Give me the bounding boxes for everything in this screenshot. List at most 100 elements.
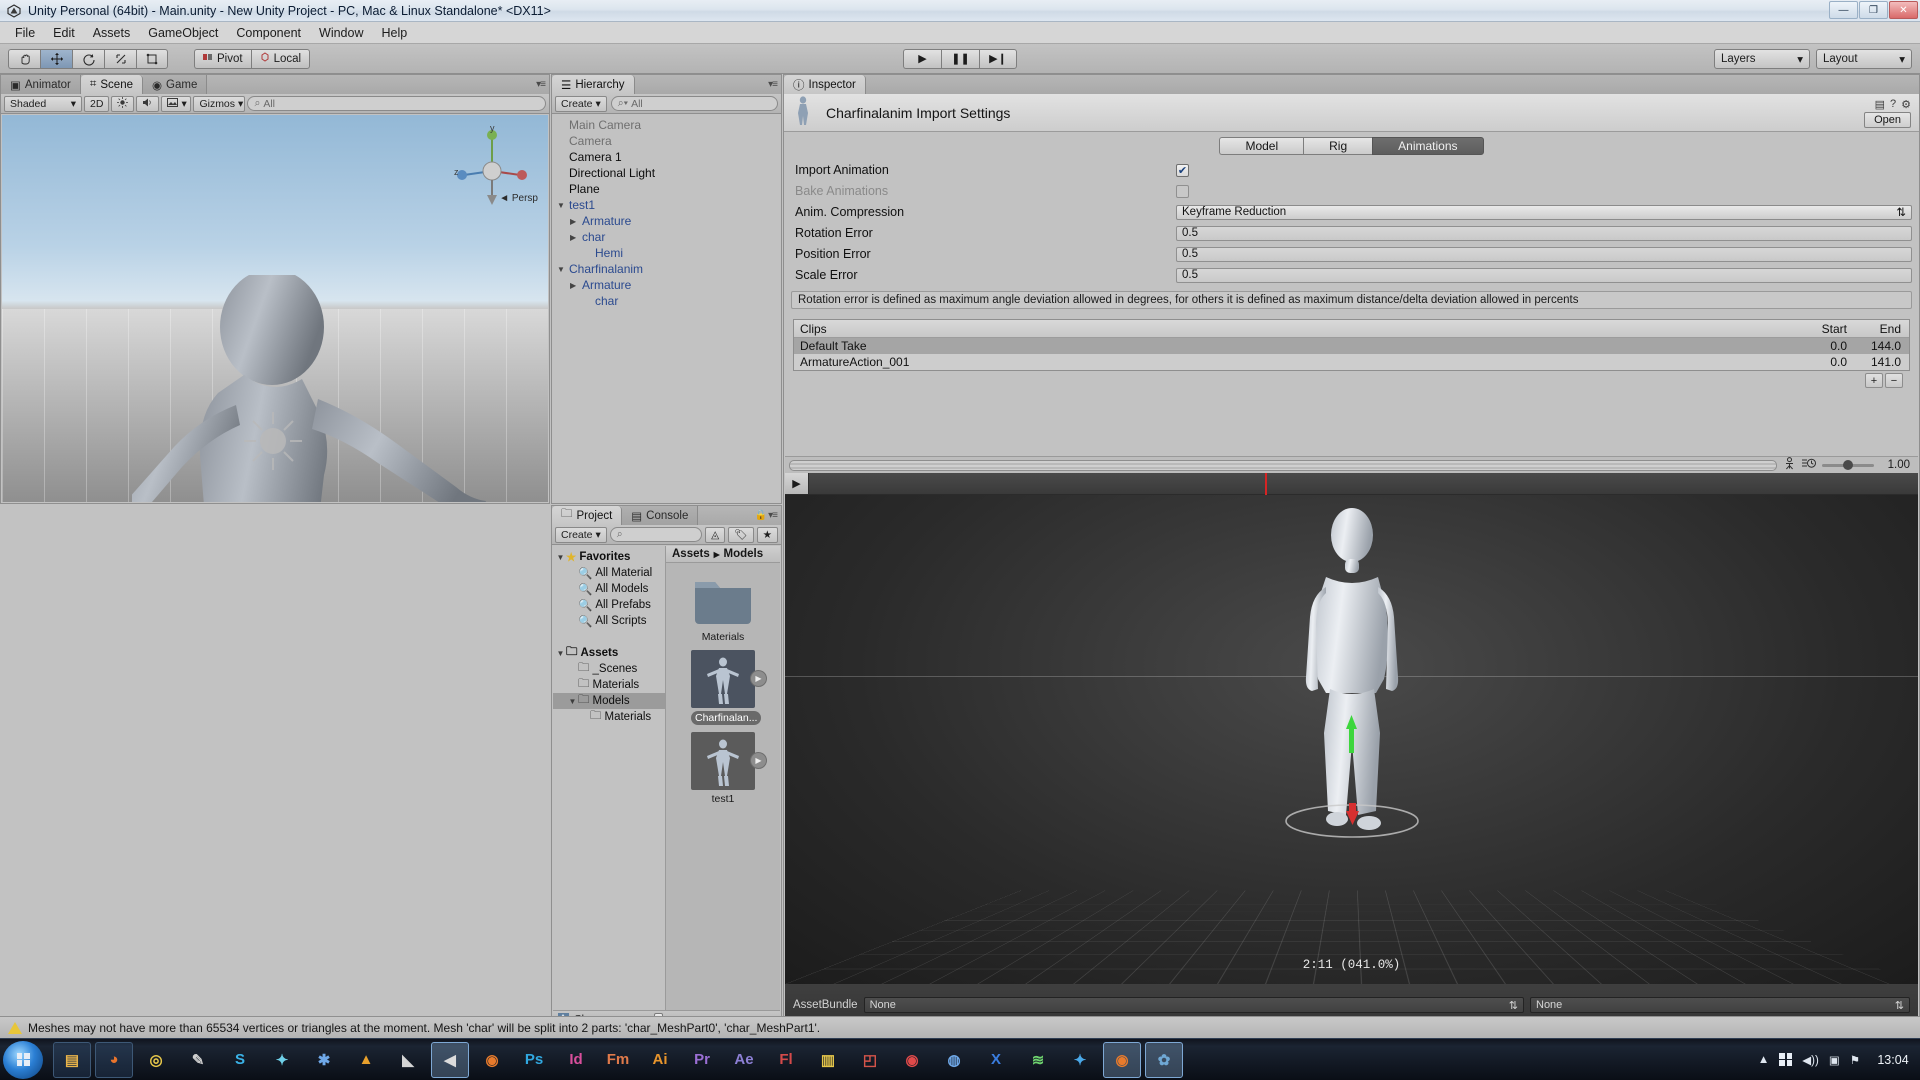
field-checkbox[interactable]: ✔ [1176, 163, 1189, 177]
open-button[interactable]: Open [1864, 112, 1911, 128]
taskbar-photoshop-icon[interactable]: Ps [515, 1042, 553, 1078]
remove-clip-button[interactable]: − [1885, 373, 1903, 388]
help-icon[interactable]: ? [1890, 98, 1896, 111]
menu-item-window[interactable]: Window [310, 24, 372, 42]
field-checkbox[interactable] [1176, 184, 1189, 198]
breadcrumb-item[interactable]: Models [724, 548, 764, 560]
minimize-button[interactable]: — [1829, 1, 1858, 19]
play-button[interactable]: ▶ [903, 48, 941, 69]
lighting-toggle-button[interactable] [111, 95, 135, 112]
hierarchy-search-input[interactable]: ⌕▾ All [610, 96, 778, 111]
timeline-playhead[interactable] [1265, 473, 1267, 495]
menu-item-gameobject[interactable]: GameObject [139, 24, 227, 42]
project-create-button[interactable]: Create ▾ [555, 526, 607, 543]
preview-speed-slider[interactable] [1822, 459, 1874, 470]
hand-tool-button[interactable] [8, 48, 40, 69]
layers-dropdown[interactable]: Layers ▾ [1714, 48, 1810, 69]
taskbar-premiere-icon[interactable]: Pr [683, 1042, 721, 1078]
menu-item-help[interactable]: Help [372, 24, 416, 42]
effects-dropdown[interactable]: ▾ [161, 95, 192, 112]
menu-item-file[interactable]: File [6, 24, 44, 42]
field-input[interactable]: 0.5 [1176, 267, 1912, 283]
hierarchy-item[interactable]: Main Camera [553, 117, 780, 133]
taskbar-feather-icon[interactable]: ✎ [179, 1042, 217, 1078]
rect-tool-button[interactable] [136, 48, 168, 69]
rotate-tool-button[interactable] [72, 48, 104, 69]
taskbar-clock[interactable]: 13:04 [1870, 1053, 1916, 1067]
gizmos-dropdown[interactable]: Gizmos ▾ [193, 95, 246, 112]
taskbar-framemaker-icon[interactable]: Fm [599, 1042, 637, 1078]
disclosure-arrow-icon[interactable]: ▶ [570, 217, 582, 226]
taskbar-firefox-icon[interactable]: ◕ [95, 1041, 133, 1078]
taskbar-sketch-icon[interactable]: ✦ [263, 1042, 301, 1078]
clip-start[interactable]: 0.0 [1785, 339, 1847, 353]
pivot-toggle-button[interactable]: Pivot [194, 48, 251, 69]
tab-animator[interactable]: ▣ Animator [1, 75, 81, 94]
mode-tab-model[interactable]: Model [1219, 137, 1304, 155]
add-clip-button[interactable]: + [1865, 373, 1883, 388]
taskbar-shield-icon[interactable]: ◣ [389, 1042, 427, 1078]
favorite-button[interactable]: ★ [756, 526, 778, 543]
move-tool-button[interactable] [40, 48, 72, 69]
hierarchy-item[interactable]: Camera 1 [553, 149, 780, 165]
hierarchy-item[interactable]: ▶ char [553, 229, 780, 245]
project-tree-item[interactable]: ▼ 🗀 Assets [553, 645, 665, 661]
speed-knob[interactable] [1842, 459, 1853, 470]
project-search-input[interactable]: ⌕ [609, 527, 703, 542]
disclosure-arrow-icon[interactable]: ▼ [557, 201, 569, 210]
hierarchy-list[interactable]: Main Camera Camera Camera 1 Directional Lig… [553, 115, 780, 502]
clip-end[interactable]: 141.0 [1847, 355, 1909, 369]
breadcrumb-item[interactable]: Assets [672, 548, 710, 560]
taskbar-blender-icon[interactable]: ◉ [473, 1042, 511, 1078]
disclosure-arrow-icon[interactable]: ▼ [567, 697, 578, 706]
menu-item-edit[interactable]: Edit [44, 24, 84, 42]
space-toggle-button[interactable]: Local [250, 48, 311, 69]
hierarchy-item[interactable]: Hemi [553, 245, 780, 261]
preview-play-icon[interactable]: ▶ [750, 752, 767, 769]
menu-item-component[interactable]: Component [227, 24, 310, 42]
close-button[interactable]: ✕ [1889, 1, 1918, 19]
taskbar-office-icon[interactable]: ◰ [851, 1042, 889, 1078]
project-tree-item[interactable]: 🔍 All Scripts [553, 613, 665, 629]
taskbar-paint-icon[interactable]: ✿ [1145, 1041, 1183, 1078]
project-tree-item[interactable]: ▼ ★ Favorites [553, 549, 665, 565]
preview-scrollbar[interactable] [789, 459, 1777, 471]
taskbar-chrome-icon[interactable]: ◎ [137, 1042, 175, 1078]
project-tree-item[interactable]: 🔍 All Models [553, 581, 665, 597]
avatar-icon[interactable] [1783, 457, 1796, 473]
preset-icon[interactable]: ▤ [1875, 98, 1885, 111]
preview-settings-icon[interactable] [1802, 457, 1816, 473]
taskbar-explorer-icon[interactable]: ▤ [53, 1041, 91, 1078]
taskbar-indesign-icon[interactable]: Id [557, 1042, 595, 1078]
hierarchy-item[interactable]: ▼ Charfinalanim [553, 261, 780, 277]
tab-inspector[interactable]: ⓘ Inspector [784, 75, 866, 94]
disclosure-arrow-icon[interactable]: ▶ [570, 233, 582, 242]
taskbar-vlc-icon[interactable]: ▲ [347, 1042, 385, 1078]
tab-hierarchy[interactable]: ☰ Hierarchy [552, 75, 635, 94]
scene-canvas[interactable]: y z ◄ Persp [2, 115, 548, 502]
clip-row[interactable]: Default Take 0.0 144.0 [794, 338, 1909, 354]
assetbundle-dropdown[interactable]: None ⇅ [863, 997, 1524, 1013]
tab-game[interactable]: ◉ Game [143, 75, 208, 94]
maximize-button[interactable]: ❐ [1859, 1, 1888, 19]
taskbar-wifi-icon[interactable]: ≋ [1019, 1042, 1057, 1078]
panel-menu-icon[interactable]: ▾≡ [768, 79, 778, 90]
menu-item-assets[interactable]: Assets [84, 24, 140, 42]
disclosure-arrow-icon[interactable]: ▼ [555, 553, 566, 562]
taskbar-illustrator-icon[interactable]: Ai [641, 1042, 679, 1078]
disclosure-arrow-icon[interactable]: ▼ [555, 649, 566, 658]
hierarchy-item[interactable]: Directional Light [553, 165, 780, 181]
hierarchy-item[interactable]: ▶ Armature [553, 213, 780, 229]
project-asset-grid[interactable]: Assets ▸ Models Materials ▶ Charfinalan... ▶ t… [665, 546, 780, 1010]
filter-by-label-button[interactable]: 🏷 [728, 526, 754, 543]
toggle-2d-button[interactable]: 2D [84, 95, 110, 112]
volume-icon[interactable]: ◀)) [1802, 1053, 1819, 1067]
asset-item[interactable]: ▶ test1 [691, 732, 767, 805]
hierarchy-item[interactable]: Camera [553, 133, 780, 149]
mode-tab-animations[interactable]: Animations [1372, 137, 1484, 155]
disclosure-arrow-icon[interactable]: ▼ [557, 265, 569, 274]
taskbar-excel-icon[interactable]: X [977, 1042, 1015, 1078]
tab-project[interactable]: 🗀 Project [552, 506, 623, 525]
assetbundle-variant-dropdown[interactable]: None ⇅ [1530, 997, 1910, 1013]
project-tree-item[interactable]: ▼ 🗀 Models [553, 693, 665, 709]
